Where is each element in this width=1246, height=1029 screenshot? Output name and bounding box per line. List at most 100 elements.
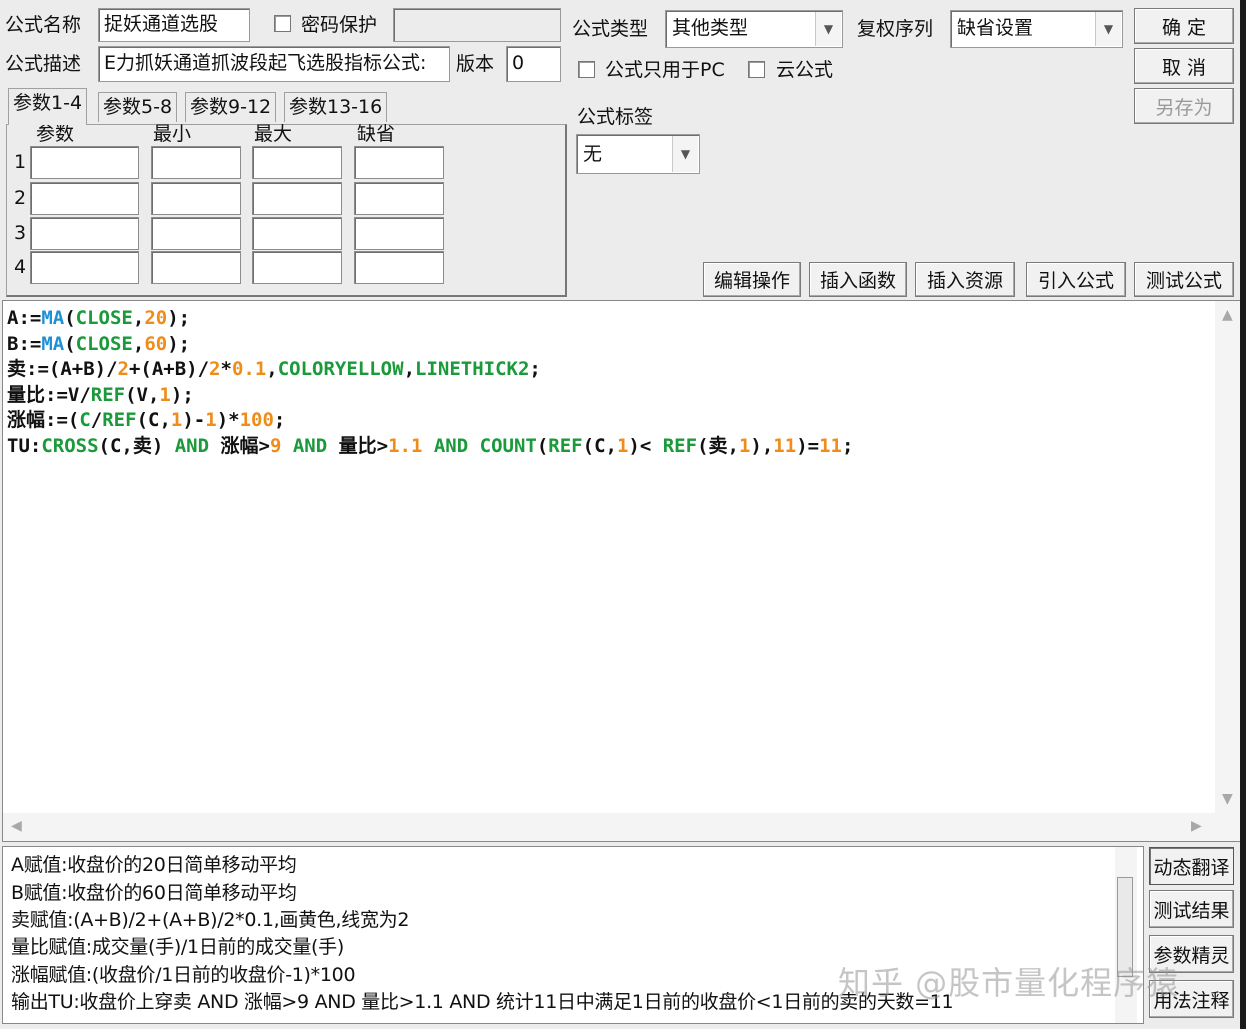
tab-params-13-16[interactable]: 参数13-16 (284, 92, 388, 122)
pc-only-checkbox[interactable] (578, 61, 595, 78)
formula-type-select[interactable]: 其他类型 ▼ (665, 10, 843, 48)
code-token: (C, (136, 409, 171, 432)
version-input[interactable]: 0 (506, 46, 561, 82)
code-token: ( (64, 332, 76, 355)
formula-type-value: 其他类型 (672, 17, 749, 39)
param-min-cell[interactable] (151, 217, 241, 250)
formula-name-input[interactable]: 捉妖通道选股 (98, 8, 250, 42)
scroll-down-icon[interactable]: ▼ (1222, 791, 1233, 807)
param-name-cell[interactable] (30, 217, 139, 250)
code-token: 1 (205, 409, 217, 432)
param-max-cell[interactable] (252, 217, 342, 250)
test-result-button[interactable]: 测试结果 (1149, 890, 1234, 928)
tab-params-1-4[interactable]: 参数1-4 (8, 88, 88, 125)
code-line[interactable]: 量比:=V/REF(V,1); (7, 383, 853, 409)
param-name-cell[interactable] (30, 146, 139, 179)
dynamic-translate-button[interactable]: 动态翻译 (1149, 847, 1234, 885)
code-token: ; (273, 409, 286, 432)
code-token: ; (841, 434, 854, 457)
pc-only-label: 公式只用于PC (605, 59, 725, 81)
formula-tag-label: 公式标签 (577, 106, 654, 128)
editor-vertical-scrollbar[interactable]: ▲ ▼ (1215, 301, 1241, 813)
code-token: 涨幅> (209, 434, 270, 457)
code-line[interactable]: B:=MA(CLOSE,60); (7, 332, 853, 358)
fq-series-select[interactable]: 缺省设置 ▼ (950, 10, 1123, 48)
code-token: 1 (170, 409, 183, 432)
code-token: 11 (819, 434, 842, 457)
code-token: AND (174, 434, 210, 457)
tab-params-5-8[interactable]: 参数5-8 (98, 92, 178, 122)
code-token: COUNT (479, 434, 537, 457)
param-min-cell[interactable] (151, 182, 241, 215)
code-token: ( (64, 307, 76, 329)
code-editor[interactable]: A:=MA(CLOSE,20); B:=MA(CLOSE,60); 卖:=(A+B)… (2, 300, 1242, 842)
chevron-down-icon[interactable]: ▼ (1095, 12, 1121, 46)
code-token: 量比> (327, 434, 389, 457)
code-line[interactable]: 卖:=(A+B)/2+(A+B)/2*0.1,COLORYELLOW,LINET… (7, 357, 853, 383)
param-default-cell[interactable] (354, 217, 444, 250)
code-token: 20 (144, 307, 168, 329)
editor-horizontal-scrollbar[interactable]: ◀ ▶ (3, 813, 1241, 841)
column-header-param: 参数 (36, 123, 75, 145)
param-max-cell[interactable] (252, 146, 342, 179)
code-line[interactable]: A:=MA(CLOSE,20); (7, 306, 853, 332)
cancel-button[interactable]: 取 消 (1134, 48, 1234, 84)
param-row-number: 2 (14, 187, 27, 209)
cloud-formula-checkbox[interactable] (748, 61, 765, 78)
password-checkbox[interactable] (274, 15, 291, 32)
param-min-cell[interactable] (151, 251, 241, 284)
chevron-down-icon[interactable]: ▼ (815, 12, 841, 46)
code-token: CLOSE (75, 307, 133, 329)
tab-params-9-12[interactable]: 参数9-12 (185, 92, 277, 122)
explanation-line: B赋值:收盘价的60日简单移动平均 (11, 882, 297, 904)
code-token: C (79, 409, 91, 432)
code-token: ; (529, 358, 541, 381)
code-text[interactable]: A:=MA(CLOSE,20); B:=MA(CLOSE,60); 卖:=(A+B)… (7, 306, 853, 460)
code-token: 1 (159, 383, 171, 406)
save-as-button[interactable]: 另存为 (1134, 88, 1234, 124)
code-token: 涨幅:=( (7, 409, 80, 432)
param-default-cell[interactable] (354, 182, 444, 215)
test-formula-button[interactable]: 测试公式 (1134, 262, 1234, 297)
formula-desc-input[interactable]: E力抓妖通道抓波段起飞选股指标公式: (98, 46, 450, 82)
code-token: 9 (269, 434, 282, 457)
ok-button[interactable]: 确 定 (1134, 8, 1234, 44)
code-line[interactable]: 涨幅:=(C/REF(C,1)-1)*100; (7, 408, 853, 434)
code-token: MA (41, 332, 65, 355)
code-token: 2 (117, 358, 129, 381)
code-token: ), (750, 434, 774, 457)
param-default-cell[interactable] (354, 146, 444, 179)
insert-resource-button[interactable]: 插入资源 (915, 262, 1015, 297)
code-token: 量比:=V/ (7, 383, 91, 406)
scroll-right-icon[interactable]: ▶ (1191, 818, 1202, 834)
code-token: 60 (144, 332, 168, 355)
scroll-left-icon[interactable]: ◀ (11, 818, 22, 834)
insert-function-button[interactable]: 插入函数 (809, 262, 907, 297)
param-min-cell[interactable] (151, 146, 241, 179)
code-token: CROSS (41, 434, 99, 457)
edit-ops-button[interactable]: 编辑操作 (703, 262, 801, 297)
password-label: 密码保护 (301, 14, 378, 36)
code-line[interactable]: TU:CROSS(C,卖) AND 涨幅>9 AND 量比>1.1 AND CO… (7, 434, 853, 460)
code-token: , (266, 358, 278, 381)
chevron-down-icon[interactable]: ▼ (672, 136, 698, 172)
scroll-up-icon[interactable]: ▲ (1222, 307, 1233, 323)
import-formula-button[interactable]: 引入公式 (1026, 262, 1126, 297)
version-label: 版本 (456, 53, 495, 75)
param-default-cell[interactable] (354, 251, 444, 284)
code-token: , (403, 358, 416, 381)
param-name-cell[interactable] (30, 182, 139, 215)
param-max-cell[interactable] (252, 182, 342, 215)
formula-type-label: 公式类型 (572, 18, 649, 40)
formula-tag-select[interactable]: 无 ▼ (576, 134, 700, 174)
cloud-formula-label: 云公式 (776, 59, 834, 81)
password-input[interactable] (393, 8, 561, 42)
param-name-cell[interactable] (30, 251, 139, 284)
code-token: ); (167, 307, 191, 329)
param-max-cell[interactable] (252, 251, 342, 284)
code-token: )= (796, 434, 820, 457)
code-token: 卖:=(A+B)/ (7, 358, 118, 381)
code-token: REF (548, 434, 583, 457)
